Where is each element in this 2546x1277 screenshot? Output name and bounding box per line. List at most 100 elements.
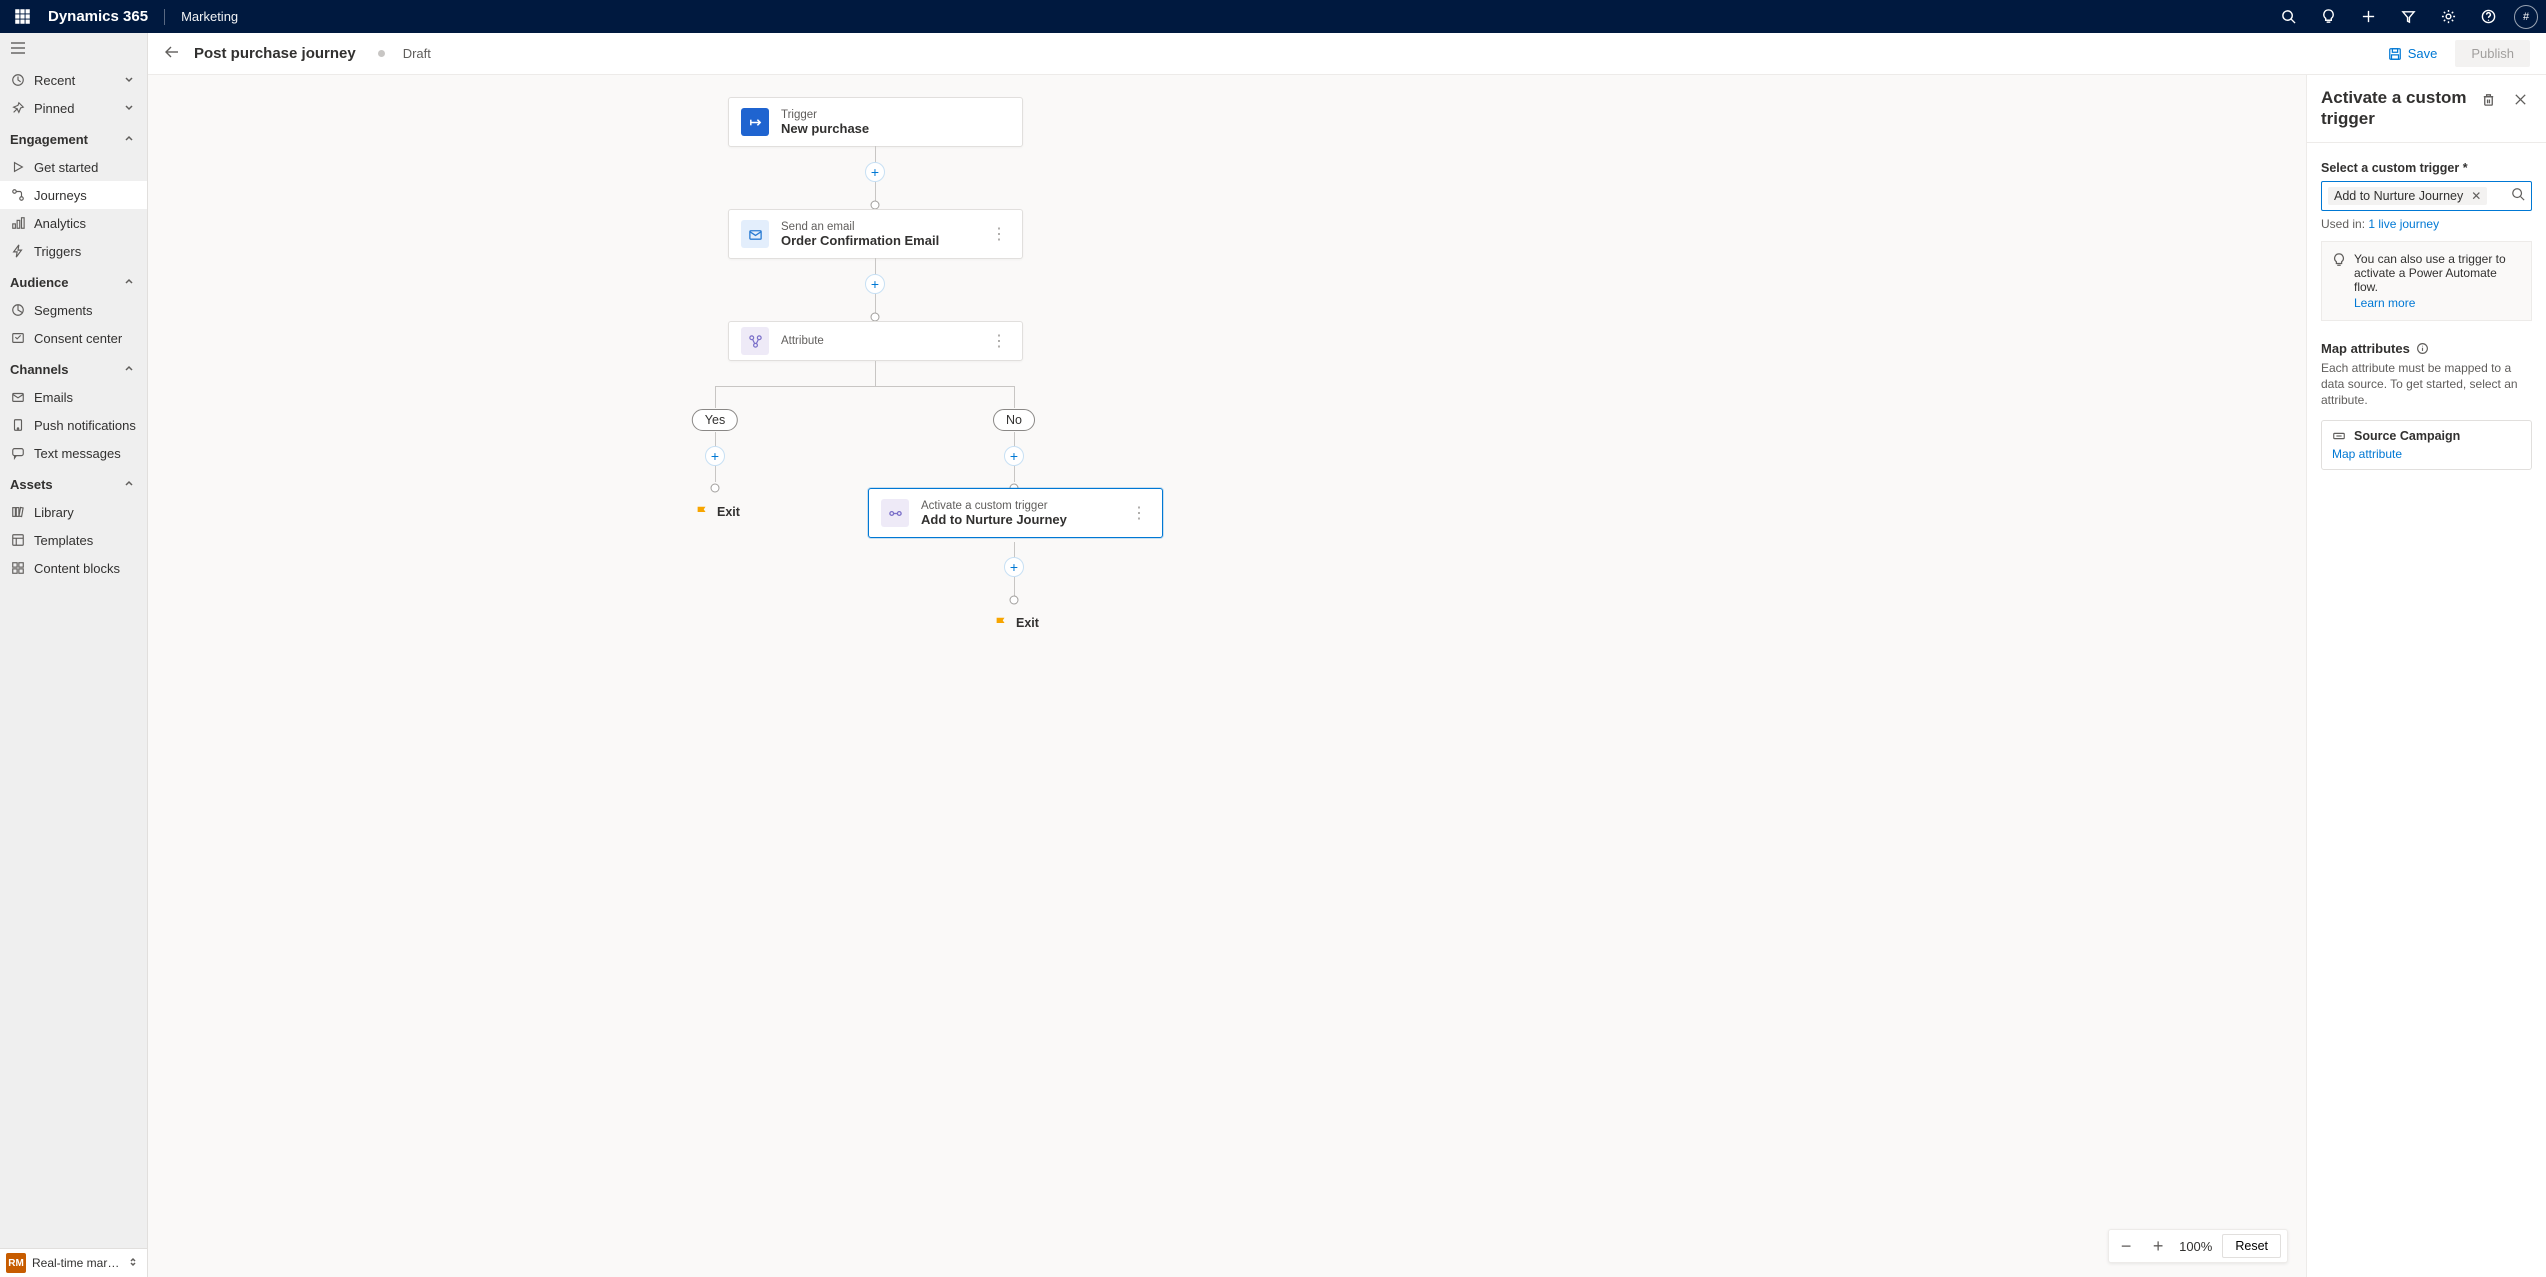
zoom-out-button[interactable]: −: [2115, 1235, 2137, 1257]
field-icon: [2332, 429, 2346, 443]
user-avatar[interactable]: #: [2514, 5, 2538, 29]
nav-templates[interactable]: Templates: [0, 526, 147, 554]
nav-label: Push notifications: [34, 418, 136, 433]
nav-content-blocks[interactable]: Content blocks: [0, 554, 147, 582]
play-icon: [10, 159, 26, 175]
publish-button[interactable]: Publish: [2455, 40, 2530, 67]
save-button[interactable]: Save: [2380, 42, 2446, 65]
app-launcher-icon[interactable]: [8, 3, 36, 31]
map-attributes-header: Map attributes: [2321, 341, 2532, 356]
brand-name[interactable]: Dynamics 365: [48, 8, 148, 25]
nav-emails[interactable]: Emails: [0, 383, 147, 411]
nav-label: Analytics: [34, 216, 86, 231]
group-label: Assets: [10, 477, 53, 492]
chevron-down-icon: [123, 101, 137, 115]
branch-yes[interactable]: Yes: [692, 409, 738, 431]
add-step-button[interactable]: +: [1004, 446, 1024, 466]
lightbulb-icon[interactable]: [2314, 3, 2342, 31]
hamburger-icon[interactable]: [0, 33, 147, 66]
back-button[interactable]: [164, 44, 180, 63]
group-assets[interactable]: Assets: [0, 467, 147, 498]
chip-remove-icon[interactable]: ✕: [2471, 189, 2481, 203]
add-step-button[interactable]: +: [865, 274, 885, 294]
chevron-up-icon: [123, 478, 137, 492]
used-in-text: Used in: 1 live journey: [2321, 217, 2532, 231]
nav-get-started[interactable]: Get started: [0, 153, 147, 181]
chevron-up-icon: [123, 276, 137, 290]
nav-recent[interactable]: Recent: [0, 66, 147, 94]
branch-no[interactable]: No: [993, 409, 1035, 431]
nav-text[interactable]: Text messages: [0, 439, 147, 467]
trigger-select-input[interactable]: Add to Nurture Journey ✕: [2321, 181, 2532, 211]
more-icon[interactable]: ⋮: [987, 224, 1010, 244]
panel-title: Activate a custom trigger: [2321, 87, 2468, 130]
group-label: Engagement: [10, 132, 88, 147]
journey-icon: [10, 187, 26, 203]
divider: [164, 9, 165, 25]
page-title: Post purchase journey: [194, 45, 356, 62]
flag-icon: [994, 616, 1008, 630]
nav-push[interactable]: Push notifications: [0, 411, 147, 439]
group-engagement[interactable]: Engagement: [0, 122, 147, 153]
attribute-name: Source Campaign: [2354, 429, 2460, 443]
exit-label: Exit: [1016, 616, 1039, 630]
learn-more-link[interactable]: Learn more: [2354, 296, 2521, 310]
mail-icon: [10, 389, 26, 405]
journey-canvas[interactable]: Trigger New purchase + Send an email Ord…: [148, 75, 2546, 1277]
nav-library[interactable]: Library: [0, 498, 147, 526]
add-icon[interactable]: [2354, 3, 2382, 31]
sms-icon: [10, 445, 26, 461]
clock-icon: [10, 72, 26, 88]
zoom-in-button[interactable]: +: [2147, 1235, 2169, 1257]
node-email[interactable]: Send an email Order Confirmation Email ⋮: [728, 209, 1023, 259]
more-icon[interactable]: ⋮: [1127, 503, 1150, 523]
flag-icon: [695, 505, 709, 519]
save-label: Save: [2408, 46, 2438, 61]
map-attribute-link[interactable]: Map attribute: [2332, 447, 2521, 461]
nav-journeys[interactable]: Journeys: [0, 181, 147, 209]
nav-label: Recent: [34, 73, 75, 88]
exit-label: Exit: [717, 505, 740, 519]
nav-segments[interactable]: Segments: [0, 296, 147, 324]
group-audience[interactable]: Audience: [0, 265, 147, 296]
nav-label: Pinned: [34, 101, 74, 116]
close-button[interactable]: [2508, 87, 2532, 111]
gear-icon[interactable]: [2434, 3, 2462, 31]
nav-triggers[interactable]: Triggers: [0, 237, 147, 265]
search-icon[interactable]: [2511, 187, 2525, 204]
node-title: Add to Nurture Journey: [921, 512, 1067, 527]
group-label: Audience: [10, 275, 69, 290]
divider: [2307, 142, 2546, 143]
module-name[interactable]: Marketing: [181, 9, 238, 24]
group-label: Channels: [10, 362, 69, 377]
add-step-button[interactable]: +: [705, 446, 725, 466]
nav-consent-center[interactable]: Consent center: [0, 324, 147, 352]
sidebar-footer[interactable]: RM Real-time marketi...: [0, 1248, 147, 1277]
more-icon[interactable]: ⋮: [987, 331, 1010, 351]
connector: [715, 386, 1015, 387]
filter-icon[interactable]: [2394, 3, 2422, 31]
node-custom-trigger[interactable]: Activate a custom trigger Add to Nurture…: [868, 488, 1163, 538]
info-icon[interactable]: [2416, 342, 2429, 355]
help-icon[interactable]: [2474, 3, 2502, 31]
used-in-link[interactable]: 1 live journey: [2368, 217, 2439, 231]
add-step-button[interactable]: +: [865, 162, 885, 182]
area-label: Real-time marketi...: [32, 1256, 121, 1270]
pin-icon: [10, 100, 26, 116]
connector: [1014, 386, 1015, 408]
nav-pinned[interactable]: Pinned: [0, 94, 147, 122]
nav-analytics[interactable]: Analytics: [0, 209, 147, 237]
node-attribute[interactable]: Attribute ⋮: [728, 321, 1023, 361]
delete-button[interactable]: [2476, 87, 2500, 111]
properties-panel: Activate a custom trigger Select a custo…: [2306, 75, 2546, 1277]
connector: [715, 386, 716, 408]
attribute-card[interactable]: Source Campaign Map attribute: [2321, 420, 2532, 470]
group-channels[interactable]: Channels: [0, 352, 147, 383]
node-trigger[interactable]: Trigger New purchase: [728, 97, 1023, 147]
search-icon[interactable]: [2274, 3, 2302, 31]
zoom-reset-button[interactable]: Reset: [2222, 1234, 2281, 1258]
trigger-chip: Add to Nurture Journey ✕: [2328, 187, 2487, 205]
nav-label: Get started: [34, 160, 98, 175]
add-step-button[interactable]: +: [1004, 557, 1024, 577]
sidebar: Recent Pinned Engagement Get started Jou…: [0, 33, 148, 1277]
